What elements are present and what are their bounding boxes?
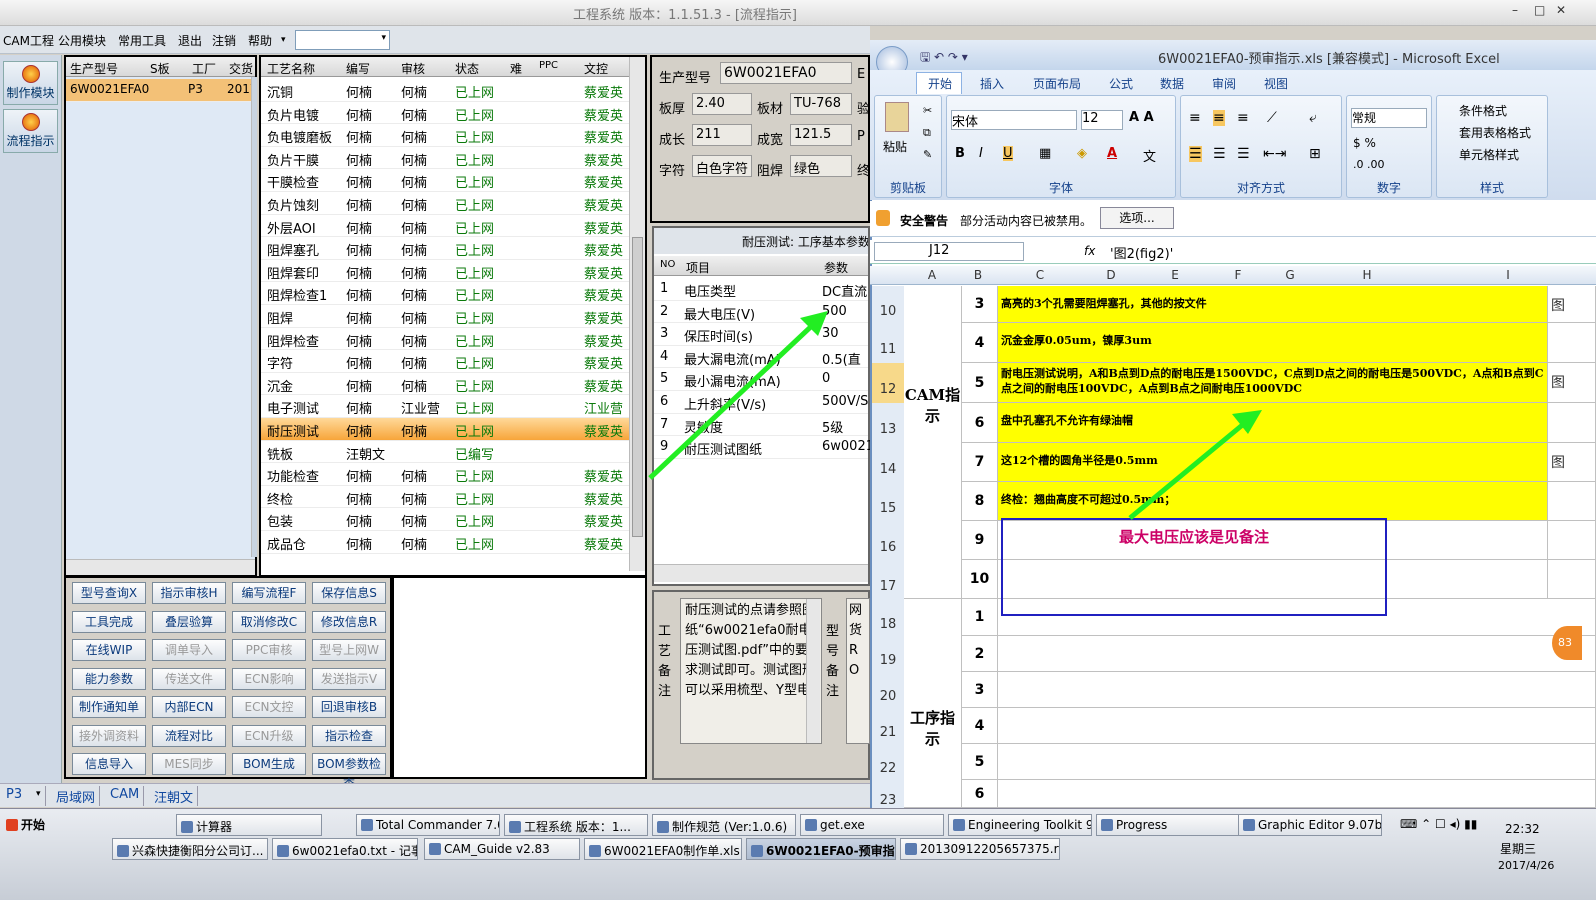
app-icon xyxy=(751,845,763,857)
taskbar: 开始 ⌨ ⌃ ☐ ◂) ▮▮ 22:32 星期三 2017/4/26 计算器 To… xyxy=(0,808,1596,900)
taskbar-item[interactable]: Engineering Toolkit 9.... xyxy=(948,814,1092,836)
app-icon xyxy=(1243,819,1255,831)
clock-date: 2017/4/26 xyxy=(1498,859,1555,872)
app-icon xyxy=(117,845,129,857)
taskbar-item[interactable]: Graphic Editor 9.07b2 ... xyxy=(1238,814,1382,836)
app-icon xyxy=(509,821,521,833)
taskbar-item[interactable]: 制作规范 (Ver:1.0.6) xyxy=(652,814,796,836)
annotation-arrows xyxy=(648,311,1262,520)
taskbar-item[interactable]: get.exe xyxy=(800,814,944,836)
clock-time[interactable]: 22:32 xyxy=(1505,822,1540,836)
app-icon xyxy=(429,843,441,855)
taskbar-item[interactable]: CAM_Guide v2.83 xyxy=(424,838,580,860)
app-icon xyxy=(589,845,601,857)
start-button[interactable]: 开始 xyxy=(2,813,60,835)
app-icon xyxy=(1101,819,1113,831)
windows-icon xyxy=(6,819,18,831)
app-icon xyxy=(953,819,965,831)
app-icon xyxy=(181,821,193,833)
app-icon xyxy=(277,845,289,857)
taskbar-item[interactable]: 6w0021efa0.txt - 记事本 xyxy=(272,838,418,860)
arrow-line-right xyxy=(1128,420,1248,520)
taskbar-item[interactable]: Progress xyxy=(1096,814,1240,836)
taskbar-item[interactable]: 6W0021EFA0制作单.xls... xyxy=(584,838,742,860)
taskbar-item[interactable]: Total Commander 7.0 ... xyxy=(356,814,500,836)
arrow-line-left xyxy=(648,318,820,480)
tray-icons[interactable]: ⌨ ⌃ ☐ ◂) ▮▮ xyxy=(1400,817,1477,831)
taskbar-item[interactable]: 兴森快捷衡阳分公司订... xyxy=(112,838,268,860)
app-icon xyxy=(905,843,917,855)
app-icon xyxy=(657,821,669,833)
taskbar-item[interactable]: 计算器 xyxy=(176,814,322,836)
taskbar-item[interactable]: 工程系统 版本：1... xyxy=(504,814,648,836)
clock-weekday: 星期三 xyxy=(1500,842,1537,856)
taskbar-item[interactable]: 20130912205657375.rtf... xyxy=(900,838,1060,860)
app-icon xyxy=(805,819,817,831)
taskbar-item[interactable]: 6W0021EFA0-预审指... xyxy=(746,838,896,860)
app-icon xyxy=(361,819,373,831)
floating-badge[interactable]: 83 xyxy=(1552,626,1582,660)
